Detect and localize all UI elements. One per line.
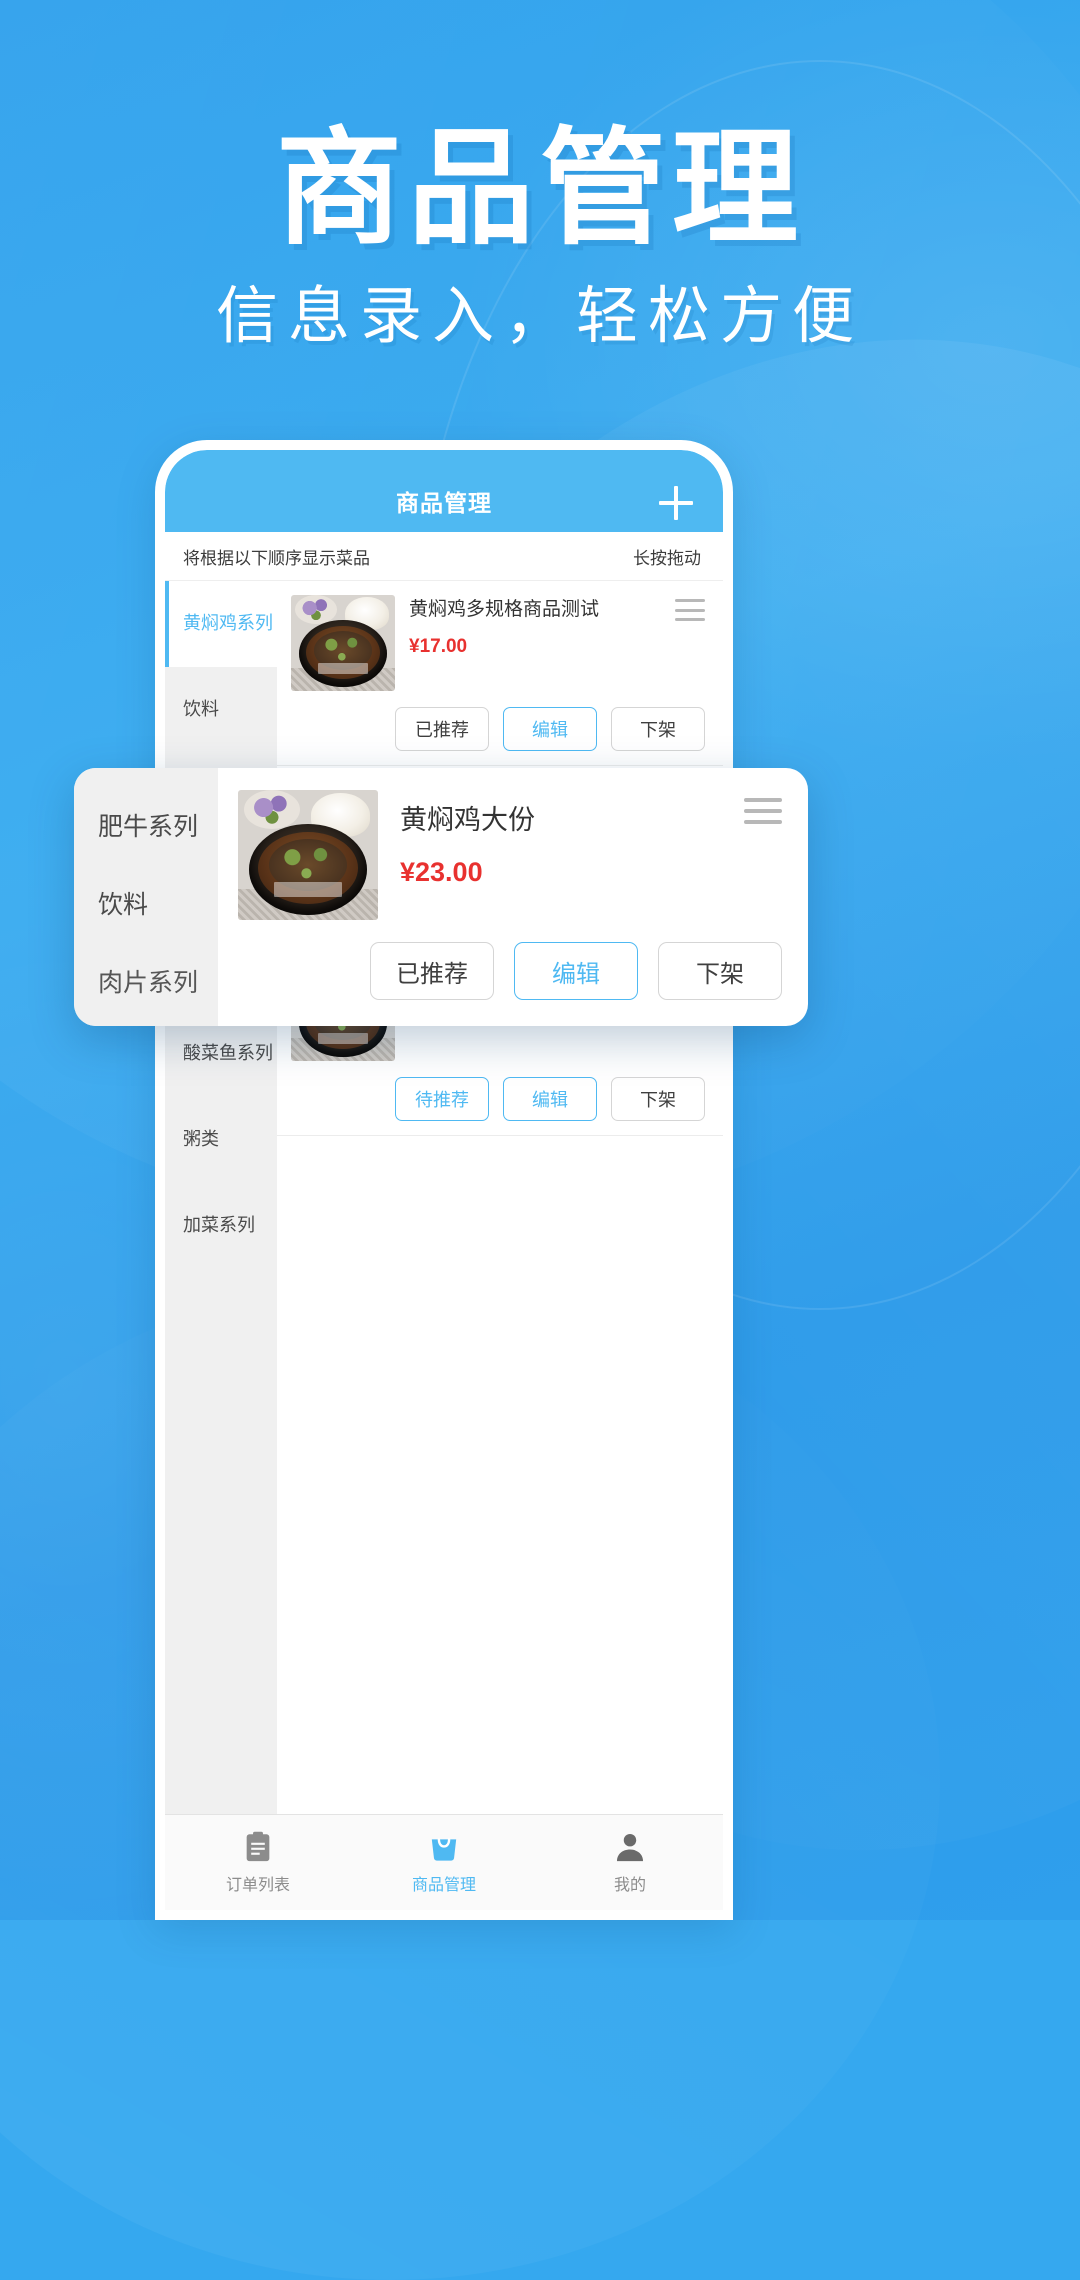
add-product-button[interactable] <box>655 482 697 524</box>
sidebar-item-jiacai[interactable]: 加菜系列 <box>165 1183 277 1269</box>
product-card[interactable]: 黄焖鸡多规格商品测试 ¥17.00 已推荐 编辑 下架 <box>277 581 723 766</box>
app-header-title: 商品管理 <box>396 490 492 516</box>
phone-mockup: 商品管理 将根据以下顺序显示菜品 长按拖动 黄焖鸡系列 饮料 肥牛系列 火锅 <box>155 440 733 1920</box>
dragged-product-overlay[interactable]: 肥牛系列 饮料 肉片系列 黄焖鸡大份 ¥23.00 已推荐 编辑 下架 <box>74 768 808 1026</box>
overlay-category-label[interactable]: 肥牛系列 <box>98 790 218 864</box>
edit-button[interactable]: 编辑 <box>503 1077 597 1121</box>
order-hint-label: 将根据以下顺序显示菜品 <box>183 548 370 568</box>
overlay-product-actions: 已推荐 编辑 下架 <box>238 942 782 1000</box>
offshelf-button[interactable]: 下架 <box>611 1077 705 1121</box>
hero-banner: 商品管理 信息录入，轻松方便 <box>0 126 1080 348</box>
overlay-product-top: 黄焖鸡大份 ¥23.00 <box>238 790 782 920</box>
sidebar-item-label: 加菜系列 <box>183 1215 255 1236</box>
sidebar-item-yinliao[interactable]: 饮料 <box>165 667 277 753</box>
thumb-flower-decor <box>295 595 337 624</box>
recommend-button[interactable]: 已推荐 <box>370 942 494 1000</box>
app-header: 商品管理 <box>165 450 723 532</box>
thumb-flower-decor <box>243 790 300 829</box>
product-list[interactable]: 黄焖鸡多规格商品测试 ¥17.00 已推荐 编辑 下架 待推荐 编辑 下架 <box>277 581 723 1814</box>
overlay-category-strip: 肥牛系列 饮料 肉片系列 <box>74 768 218 1026</box>
person-icon <box>616 1833 644 1862</box>
offshelf-button[interactable]: 下架 <box>658 942 782 1000</box>
sidebar-item-label: 粥类 <box>183 1129 219 1150</box>
bag-icon <box>431 1838 457 1861</box>
nav-item-orders[interactable]: 订单列表 <box>165 1815 351 1910</box>
app-screen: 商品管理 将根据以下顺序显示菜品 长按拖动 黄焖鸡系列 饮料 肥牛系列 火锅 <box>165 450 723 1910</box>
overlay-category-label[interactable]: 饮料 <box>98 868 218 942</box>
product-card-top: 黄焖鸡多规格商品测试 ¥17.00 <box>291 595 705 691</box>
sidebar-item-zhoulei[interactable]: 粥类 <box>165 1097 277 1183</box>
drag-hint-label: 长按拖动 <box>633 548 701 568</box>
overlay-product-name: 黄焖鸡大份 <box>400 805 535 835</box>
nav-label: 商品管理 <box>411 1877 476 1894</box>
product-name: 黄焖鸡多规格商品测试 <box>409 599 600 620</box>
nav-label: 订单列表 <box>225 1877 290 1894</box>
page-title: 商品管理 <box>276 118 804 259</box>
recommend-button[interactable]: 已推荐 <box>395 707 489 751</box>
product-info: 黄焖鸡多规格商品测试 ¥17.00 <box>409 595 661 658</box>
edit-button[interactable]: 编辑 <box>503 707 597 751</box>
page-subtitle: 信息录入，轻松方便 <box>215 282 864 351</box>
overlay-product: 黄焖鸡大份 ¥23.00 已推荐 编辑 下架 <box>218 768 808 1026</box>
product-actions: 已推荐 编辑 下架 <box>291 707 705 751</box>
thumb-watermark <box>318 663 368 674</box>
product-thumbnail <box>291 595 395 691</box>
clipboard-icon <box>246 1831 270 1862</box>
overlay-product-info: 黄焖鸡大份 ¥23.00 <box>400 790 722 888</box>
main-content: 黄焖鸡系列 饮料 肥牛系列 火锅 自定义 酸菜鱼系列 粥类 <box>165 580 723 1814</box>
category-sidebar[interactable]: 黄焖鸡系列 饮料 肥牛系列 火锅 自定义 酸菜鱼系列 粥类 <box>165 581 277 1814</box>
sidebar-item-label: 酸菜鱼系列 <box>183 1043 273 1064</box>
drag-handle-icon[interactable] <box>675 599 705 621</box>
sidebar-item-huangmenji[interactable]: 黄焖鸡系列 <box>165 581 277 667</box>
thumb-watermark <box>274 882 342 897</box>
sidebar-item-label: 黄焖鸡系列 <box>183 613 273 634</box>
recommend-button[interactable]: 待推荐 <box>395 1077 489 1121</box>
product-actions: 待推荐 编辑 下架 <box>291 1077 705 1121</box>
product-price: ¥17.00 <box>409 635 468 657</box>
sidebar-item-label: 饮料 <box>183 699 219 720</box>
overlay-product-thumbnail <box>238 790 378 920</box>
list-sub-header: 将根据以下顺序显示菜品 长按拖动 <box>165 532 723 580</box>
nav-item-products[interactable]: 商品管理 <box>351 1815 537 1910</box>
offshelf-button[interactable]: 下架 <box>611 707 705 751</box>
nav-item-profile[interactable]: 我的 <box>537 1815 723 1910</box>
bottom-navigation[interactable]: 订单列表 商品管理 我的 <box>165 1814 723 1910</box>
edit-button[interactable]: 编辑 <box>514 942 638 1000</box>
sidebar-filler <box>165 1269 277 1814</box>
overlay-product-price: ¥23.00 <box>400 857 483 887</box>
thumb-watermark <box>318 1033 368 1044</box>
overlay-category-label[interactable]: 肉片系列 <box>98 946 218 1020</box>
nav-label: 我的 <box>613 1877 646 1894</box>
drag-handle-icon[interactable] <box>744 798 782 824</box>
